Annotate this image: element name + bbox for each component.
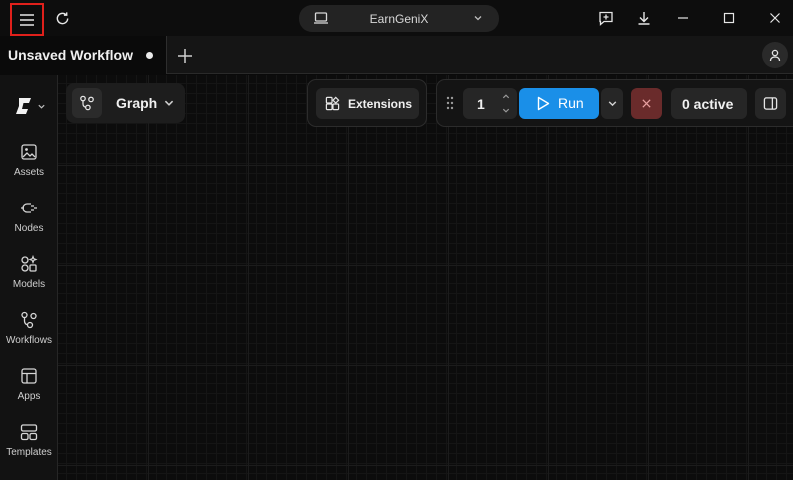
logo-icon — [16, 98, 31, 114]
close-icon — [642, 99, 651, 108]
sidebar-panel-icon — [763, 97, 778, 110]
sidebar-item-nodes[interactable]: Nodes — [0, 199, 58, 234]
stop-button[interactable] — [631, 88, 662, 119]
chevron-down-icon — [38, 104, 45, 109]
download-icon — [638, 12, 650, 25]
run-toolbar: 1 Run 0 active — [436, 79, 793, 127]
workspace-selector[interactable]: EarnGeniX — [299, 5, 499, 32]
refresh-icon — [56, 11, 68, 24]
app-logo-button[interactable] — [14, 95, 46, 117]
layout-icon — [21, 368, 37, 384]
workflow-icon — [21, 311, 37, 329]
run-options-dropdown[interactable] — [601, 88, 623, 119]
extensions-panel: Extensions — [307, 79, 427, 127]
maximize-button[interactable] — [714, 0, 744, 36]
active-queue-button[interactable]: 0 active — [671, 88, 747, 119]
extensions-label: Extensions — [348, 97, 413, 111]
sidebar-item-assets[interactable]: Assets — [0, 143, 58, 178]
feedback-icon — [599, 11, 613, 26]
refresh-button[interactable] — [50, 0, 74, 36]
graph-selector[interactable]: Graph — [66, 83, 185, 123]
run-label: Run — [558, 95, 584, 111]
shapes-icon — [21, 255, 38, 272]
chevron-down-icon — [608, 101, 616, 107]
drag-handle-icon[interactable] — [445, 95, 455, 111]
plus-icon — [178, 49, 192, 63]
toggle-panel-button[interactable] — [755, 88, 786, 119]
sidebar-item-templates[interactable]: Templates — [0, 423, 58, 458]
queue-count-value: 1 — [477, 96, 485, 112]
image-icon — [21, 144, 37, 160]
sidebar-item-label: Models — [12, 279, 46, 290]
new-tab-button[interactable] — [174, 45, 196, 67]
download-button[interactable] — [629, 0, 659, 36]
menu-icon — [20, 13, 34, 26]
chevron-down-icon — [474, 16, 482, 21]
run-button[interactable]: Run — [519, 88, 599, 119]
queue-count-stepper[interactable]: 1 — [463, 88, 517, 119]
feedback-button[interactable] — [591, 0, 621, 36]
tab-bar: Unsaved Workflow — [0, 36, 793, 74]
extensions-button[interactable]: Extensions — [316, 88, 419, 119]
close-button[interactable] — [760, 0, 790, 36]
workflow-icon — [80, 95, 94, 111]
graph-label: Graph — [116, 95, 158, 111]
templates-icon — [20, 424, 38, 441]
sidebar-item-models[interactable]: Models — [0, 255, 58, 290]
play-icon — [537, 96, 550, 111]
close-icon — [770, 13, 780, 23]
plug-icon — [21, 203, 37, 213]
menu-button[interactable] — [10, 3, 44, 36]
sidebar-item-label: Apps — [17, 391, 41, 402]
minimize-button[interactable] — [668, 0, 698, 36]
sidebar-item-label: Workflows — [6, 335, 52, 346]
tab-unsaved-workflow[interactable]: Unsaved Workflow — [0, 36, 167, 74]
chevron-up-icon[interactable] — [501, 92, 511, 101]
workflow-canvas[interactable] — [58, 75, 793, 480]
title-bar: EarnGeniX — [0, 0, 793, 36]
chevron-down-icon — [164, 100, 174, 106]
user-menu-button[interactable] — [762, 42, 788, 68]
unsaved-indicator — [146, 52, 153, 59]
sidebar-item-apps[interactable]: Apps — [0, 367, 58, 402]
chevron-down-icon[interactable] — [501, 106, 511, 115]
workspace-name: EarnGeniX — [369, 11, 429, 26]
tab-title: Unsaved Workflow — [8, 47, 133, 63]
puzzle-icon — [325, 96, 340, 111]
active-count-label: 0 active — [682, 96, 734, 112]
sidebar-item-label: Assets — [13, 167, 44, 178]
user-icon — [769, 49, 781, 62]
sidebar-item-label: Nodes — [14, 223, 44, 234]
graph-view-button[interactable] — [72, 88, 102, 118]
sidebar-item-label: Templates — [6, 447, 52, 458]
sidebar-item-workflows[interactable]: Workflows — [0, 311, 58, 346]
sidebar: Assets Nodes Models Workflows Apps Templ… — [0, 75, 58, 480]
minimize-icon — [678, 17, 688, 19]
maximize-icon — [723, 12, 735, 24]
